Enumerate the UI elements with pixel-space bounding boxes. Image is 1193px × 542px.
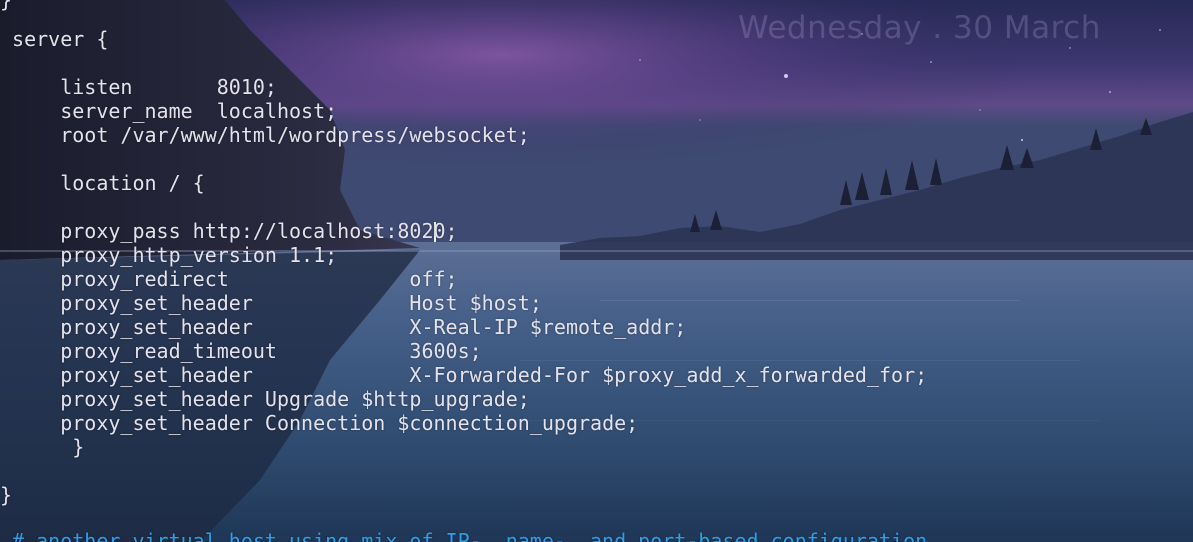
code-line: server_name localhost; — [60, 99, 338, 123]
code-line: proxy_read_timeout 3600s; — [60, 339, 482, 363]
code-line: } — [72, 435, 85, 459]
code-line: } — [0, 483, 13, 507]
code-comment-line: # another virtual host using mix of IP-,… — [12, 529, 928, 542]
code-line: proxy_set_header Upgrade $http_upgrade; — [60, 387, 530, 411]
code-line: location / { — [60, 171, 205, 195]
code-line: proxy_set_header X-Real-IP $remote_addr; — [60, 315, 687, 339]
code-line: proxy_set_header X-Forwarded-For $proxy_… — [60, 363, 928, 387]
code-line: root /var/www/html/wordpress/websocket; — [60, 123, 530, 147]
code-line: proxy_redirect off; — [60, 267, 458, 291]
code-line: proxy_http_version 1.1; — [60, 243, 338, 267]
code-line-with-cursor: proxy_pass http://localhost:8020; — [60, 219, 458, 243]
code-line: server { — [12, 27, 109, 51]
code-line: } — [0, 0, 13, 12]
code-line: proxy_set_header Host $host; — [60, 291, 542, 315]
code-line: listen 8010; — [60, 75, 277, 99]
text-editor[interactable]: } server { listen 8010; server_name loca… — [0, 0, 1193, 542]
code-line: proxy_set_header Connection $connection_… — [60, 411, 639, 435]
